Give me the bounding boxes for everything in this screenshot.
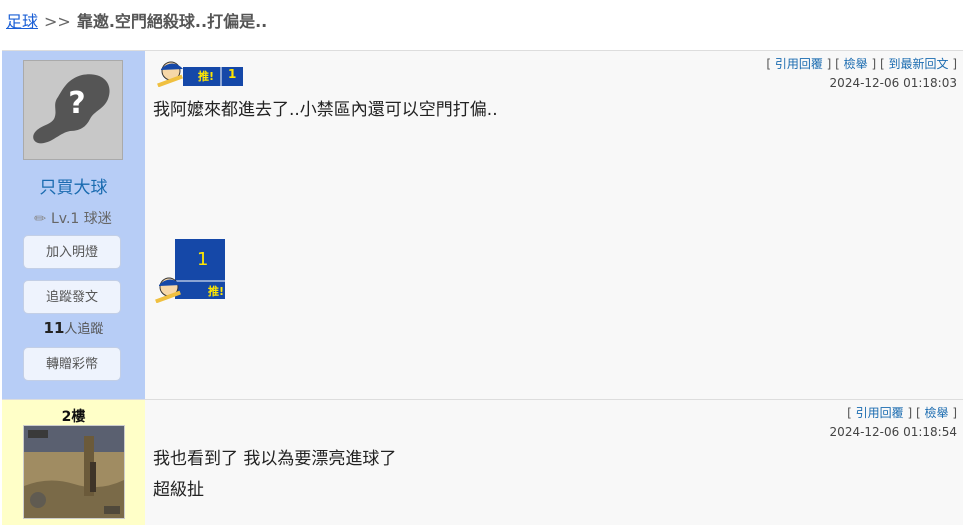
avatar[interactable]: ? xyxy=(23,60,123,160)
push-badge-small[interactable]: 推! 1 xyxy=(153,59,245,88)
follow-posts-button[interactable]: 追蹤發文 xyxy=(23,280,121,314)
follower-count: 11人追蹤 xyxy=(2,318,145,337)
svg-text:?: ? xyxy=(68,86,85,121)
breadcrumb: 足球 >> 靠邀.空門絕殺球..打偏是.. xyxy=(6,8,267,32)
push-label-large: 推! xyxy=(208,285,225,298)
post-timestamp: 2024-12-06 01:18:03 xyxy=(829,76,957,90)
push-count-large: 1 xyxy=(197,249,209,270)
reply-avatar-image[interactable] xyxy=(23,425,125,519)
report-link-2[interactable]: 檢舉 xyxy=(924,406,948,420)
default-avatar-icon: ? xyxy=(24,61,122,159)
add-light-button[interactable]: 加入明燈 xyxy=(23,235,121,269)
push-label: 推! xyxy=(198,70,215,83)
follower-suffix: 人追蹤 xyxy=(64,322,104,337)
reply-sidebar: 2樓 xyxy=(2,400,145,525)
latest-reply-link[interactable]: 到最新回文 xyxy=(888,57,948,71)
push-button[interactable]: 1 推! xyxy=(153,239,229,304)
reply-timestamp: 2024-12-06 01:18:54 xyxy=(829,425,957,439)
pencil-icon: ✎ xyxy=(31,209,51,229)
game-screenshot-image xyxy=(24,426,124,518)
reply-content: 我也看到了 我以為要漂亮進球了 超級扯 xyxy=(153,444,396,506)
user-level-text: Lv.1 球迷 xyxy=(50,211,112,227)
report-link[interactable]: 檢舉 xyxy=(844,57,868,71)
post-2: 2樓 [ 引用回覆 ] [ 檢舉 ] 2024-12-06 01:18:54 我… xyxy=(2,399,963,525)
post-content: 我阿嬤來都進去了..小禁區內還可以空門打偏.. xyxy=(153,100,498,120)
author-sidebar: ? 只買大球 ✎Lv.1 球迷 加入明燈 追蹤發文 11人追蹤 轉贈彩幣 xyxy=(2,51,145,399)
reply-content-line-2: 超級扯 xyxy=(153,480,204,500)
floor-number: 2樓 xyxy=(61,409,86,425)
gift-coins-button[interactable]: 轉贈彩幣 xyxy=(23,347,121,381)
post-action-links: [ 引用回覆 ] [ 檢舉 ] [ 到最新回文 ] xyxy=(766,57,957,71)
reply-body: [ 引用回覆 ] [ 檢舉 ] 2024-12-06 01:18:54 我也看到… xyxy=(145,400,963,525)
username[interactable]: 只買大球 xyxy=(2,173,145,198)
user-level: ✎Lv.1 球迷 xyxy=(2,208,145,229)
push-count: 1 xyxy=(228,67,237,81)
post-body: 推! 1 [ 引用回覆 ] [ 檢舉 ] [ 到最新回文 ] 2024-12-0… xyxy=(145,51,963,399)
quote-reply-link[interactable]: 引用回覆 xyxy=(775,57,823,71)
thread-title: 靠邀.空門絕殺球..打偏是.. xyxy=(76,12,268,31)
quote-reply-link-2[interactable]: 引用回覆 xyxy=(856,406,904,420)
post-1: ? 只買大球 ✎Lv.1 球迷 加入明燈 追蹤發文 11人追蹤 轉贈彩幣 推! … xyxy=(2,50,963,399)
breadcrumb-board-link[interactable]: 足球 xyxy=(6,12,38,31)
breadcrumb-separator: >> xyxy=(44,12,71,31)
reply-content-line-1: 我也看到了 我以為要漂亮進球了 xyxy=(153,449,397,469)
reply-action-links: [ 引用回覆 ] [ 檢舉 ] xyxy=(847,406,957,420)
follower-number: 11 xyxy=(43,319,65,337)
